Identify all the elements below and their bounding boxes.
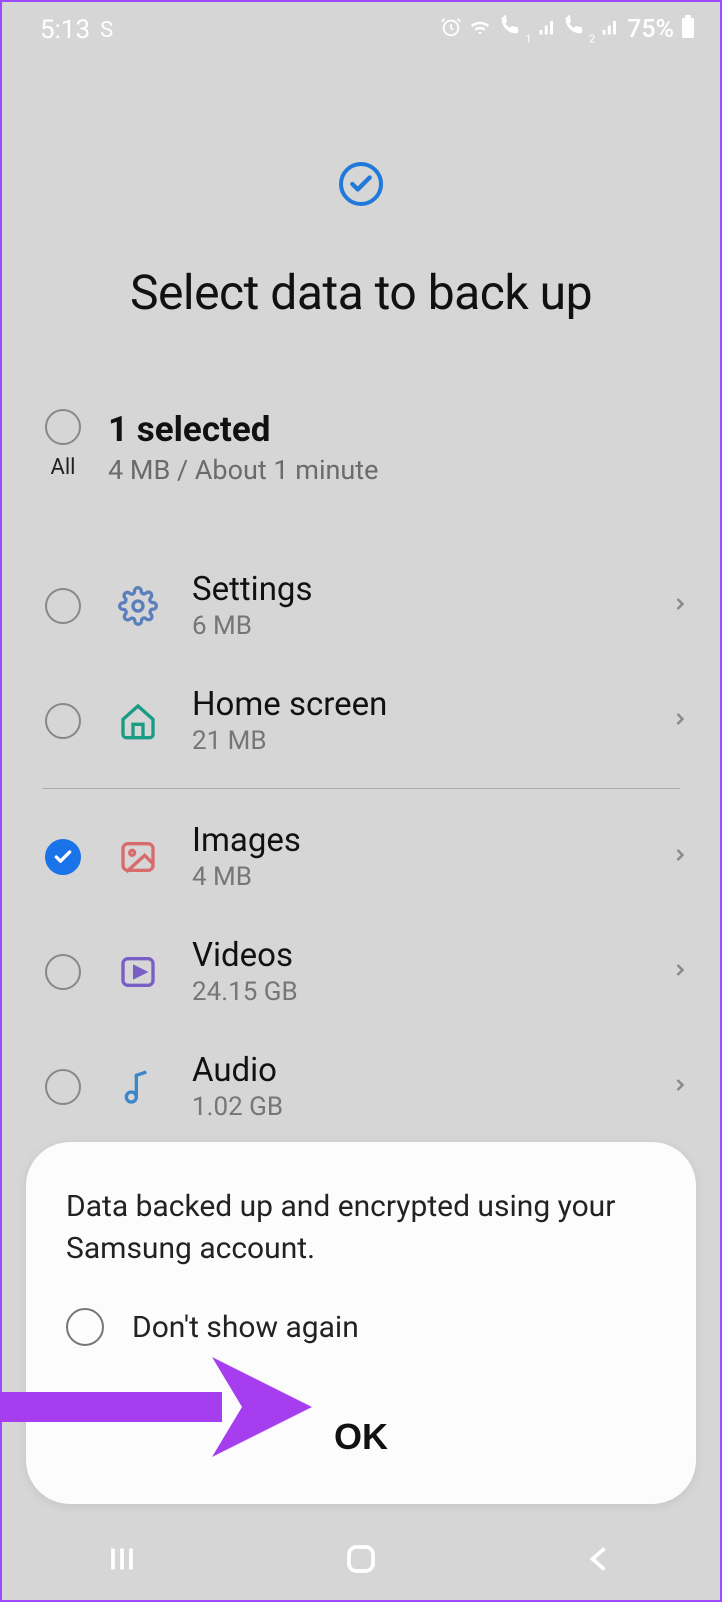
dialog-message: Data backed up and encrypted using your … [66,1186,656,1270]
item-settings[interactable]: Settings 6 MB [2,548,720,663]
chevron-right-icon [670,589,690,623]
select-all-label: All [42,455,84,480]
item-audio[interactable]: Audio 1.02 GB [2,1029,720,1144]
sim2-call-icon: 2 [562,15,596,45]
chevron-right-icon [670,704,690,738]
checkbox-settings[interactable] [45,588,81,624]
item-title: Home screen [192,685,642,724]
selected-meta: 4 MB / About 1 minute [108,454,378,486]
item-size: 21 MB [192,726,642,756]
checkbox-videos[interactable] [45,954,81,990]
checkbox-home-screen[interactable] [45,703,81,739]
signal2-icon [601,17,619,42]
nav-home-icon[interactable] [343,1541,379,1581]
item-title: Images [192,821,642,860]
page-title: Select data to back up [2,264,720,321]
dont-show-checkbox[interactable] [66,1308,104,1346]
battery-percent: 75% [627,15,674,44]
item-size: 4 MB [192,862,642,892]
info-dialog: Data backed up and encrypted using your … [26,1142,696,1504]
status-bar: 5:13 S 1 2 75% [2,2,720,54]
nav-recents-icon[interactable] [104,1541,140,1581]
battery-icon [680,15,696,45]
status-indicator: S [100,18,113,43]
alarm-icon [440,16,462,44]
chevron-right-icon [670,955,690,989]
sim1-call-icon: 1 [498,15,532,45]
signal1-icon [538,17,556,42]
item-size: 24.15 GB [192,977,642,1007]
status-time: 5:13 [40,15,90,45]
item-size: 1.02 GB [192,1092,642,1122]
list-divider [42,788,680,789]
item-home-screen[interactable]: Home screen 21 MB [2,663,720,778]
item-title: Settings [192,570,642,609]
dont-show-again-row[interactable]: Don't show again [66,1308,656,1346]
item-title: Audio [192,1051,642,1090]
image-icon [112,837,164,877]
item-size: 6 MB [192,611,642,641]
wifi-icon [468,16,492,44]
chevron-right-icon [670,840,690,874]
dont-show-label: Don't show again [132,1310,359,1345]
checkbox-audio[interactable] [45,1069,81,1105]
gear-icon [112,586,164,626]
item-title: Videos [192,936,642,975]
select-all-checkbox[interactable] [45,409,81,445]
checkbox-images[interactable] [45,839,81,875]
audio-icon [112,1067,164,1107]
selected-count: 1 selected [108,409,378,450]
nav-back-icon[interactable] [582,1541,618,1581]
ok-button[interactable]: OK [66,1416,656,1458]
data-type-list: Settings 6 MB Home screen 21 MB [2,548,720,1144]
item-images[interactable]: Images 4 MB [2,799,720,914]
navigation-bar [2,1522,720,1600]
selection-summary: All 1 selected 4 MB / About 1 minute [2,321,720,486]
chevron-right-icon [670,1070,690,1104]
header-check-icon [339,162,383,206]
home-icon [112,701,164,741]
video-icon [112,952,164,992]
item-videos[interactable]: Videos 24.15 GB [2,914,720,1029]
